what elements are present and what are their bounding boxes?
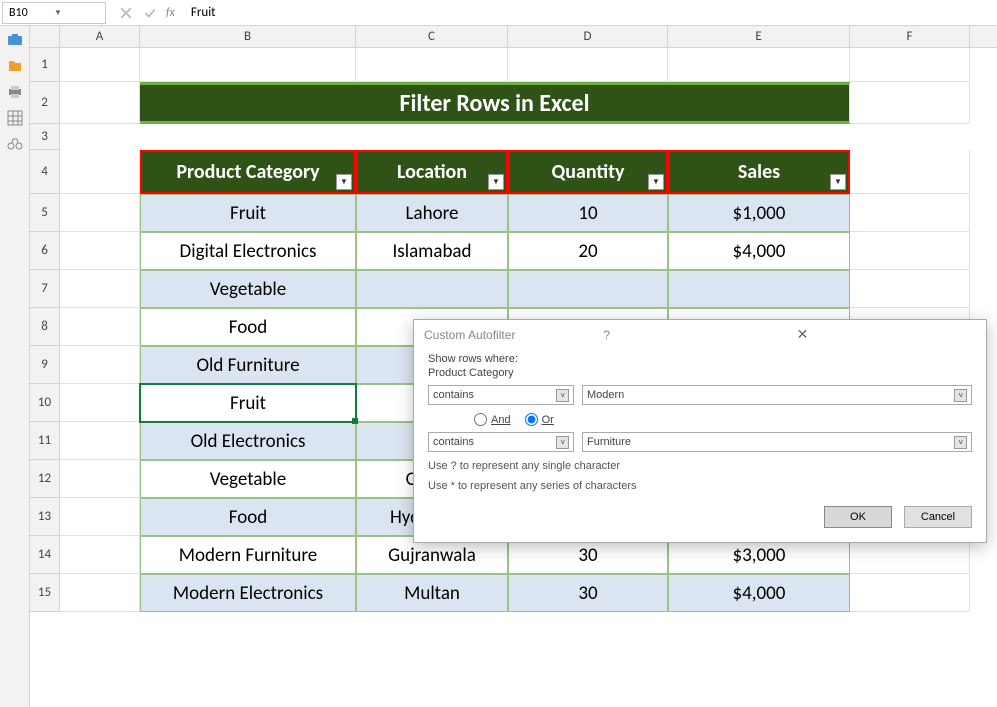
cell-B11[interactable]: Old Electronics bbox=[140, 422, 356, 460]
row-header-7[interactable]: 7 bbox=[30, 270, 60, 308]
row-header-13[interactable]: 13 bbox=[30, 498, 60, 536]
value1-select[interactable]: Modern˅ bbox=[582, 385, 972, 405]
row-header-6[interactable]: 6 bbox=[30, 232, 60, 270]
logic-radio-group: And Or bbox=[428, 409, 972, 432]
cell-D7[interactable] bbox=[508, 270, 668, 308]
col-header-B[interactable]: B bbox=[140, 26, 356, 47]
formula-input[interactable]: Fruit bbox=[185, 5, 997, 20]
folder-icon[interactable] bbox=[7, 58, 23, 74]
row-header-4[interactable]: 4 bbox=[30, 150, 60, 194]
cell-C5[interactable]: Lahore bbox=[356, 194, 508, 232]
cell-E6[interactable]: $4,000 bbox=[668, 232, 850, 270]
hint1: Use ? to represent any single character bbox=[428, 460, 972, 472]
cell-B15[interactable]: Modern Electronics bbox=[140, 574, 356, 612]
row-header-1[interactable]: 1 bbox=[30, 48, 60, 82]
cell-B7[interactable]: Vegetable bbox=[140, 270, 356, 308]
col-header-C[interactable]: C bbox=[356, 26, 508, 47]
select-all-corner[interactable] bbox=[30, 26, 60, 47]
cell-B13[interactable]: Food bbox=[140, 498, 356, 536]
filter-dropdown-icon[interactable]: ▼ bbox=[830, 174, 846, 190]
cell-B8[interactable]: Food bbox=[140, 308, 356, 346]
col-header-F[interactable]: F bbox=[850, 26, 970, 47]
chevron-down-icon: ˅ bbox=[556, 436, 569, 449]
row-header-15[interactable]: 15 bbox=[30, 574, 60, 612]
side-panel bbox=[0, 26, 30, 707]
value2-select[interactable]: Furniture˅ bbox=[582, 432, 972, 452]
hint2: Use * to represent any series of charact… bbox=[428, 480, 972, 492]
filter-dropdown-icon[interactable]: ▼ bbox=[336, 174, 352, 190]
table-header-1: Location▼ bbox=[356, 150, 508, 194]
table-header-2: Quantity▼ bbox=[508, 150, 668, 194]
help-icon[interactable]: ? bbox=[603, 328, 782, 342]
dialog-label: Show rows where: bbox=[428, 353, 972, 365]
and-radio[interactable]: And bbox=[474, 413, 511, 426]
fx-icon[interactable]: fx bbox=[166, 6, 175, 20]
cell-E5[interactable]: $1,000 bbox=[668, 194, 850, 232]
dialog-buttons: OK Cancel bbox=[414, 496, 986, 538]
cell-B14[interactable]: Modern Furniture bbox=[140, 536, 356, 574]
cell-D5[interactable]: 10 bbox=[508, 194, 668, 232]
cell-D6[interactable]: 20 bbox=[508, 232, 668, 270]
col-header-E[interactable]: E bbox=[668, 26, 850, 47]
cell-B12[interactable]: Vegetable bbox=[140, 460, 356, 498]
cell-C6[interactable]: Islamabad bbox=[356, 232, 508, 270]
cell-B9[interactable]: Old Furniture bbox=[140, 346, 356, 384]
table-icon[interactable] bbox=[7, 110, 23, 126]
cell-B5[interactable]: Fruit bbox=[140, 194, 356, 232]
dialog-body: Show rows where: Product Category contai… bbox=[414, 349, 986, 496]
chevron-down-icon: ˅ bbox=[556, 389, 569, 402]
filter-dropdown-icon[interactable]: ▼ bbox=[488, 174, 504, 190]
column-headers: A B C D E F bbox=[30, 26, 997, 48]
ok-button[interactable]: OK bbox=[824, 506, 892, 528]
row-header-11[interactable]: 11 bbox=[30, 422, 60, 460]
binoculars-icon[interactable] bbox=[7, 136, 23, 152]
or-radio[interactable]: Or bbox=[525, 413, 554, 426]
filter-dropdown-icon[interactable]: ▼ bbox=[648, 174, 664, 190]
row-header-5[interactable]: 5 bbox=[30, 194, 60, 232]
cell-B10[interactable]: Fruit bbox=[140, 384, 356, 422]
cancel-icon[interactable] bbox=[120, 7, 132, 19]
name-box-dropdown-icon[interactable]: ▼ bbox=[54, 8, 99, 18]
custom-autofilter-dialog: Custom Autofilter ? ✕ Show rows where: P… bbox=[413, 319, 987, 543]
operator2-select[interactable]: contains˅ bbox=[428, 432, 574, 452]
col-header-D[interactable]: D bbox=[508, 26, 668, 47]
chevron-down-icon: ˅ bbox=[954, 389, 967, 402]
row-header-8[interactable]: 8 bbox=[30, 308, 60, 346]
formula-bar: B10 ▼ fx Fruit bbox=[0, 0, 997, 26]
operator1-select[interactable]: contains˅ bbox=[428, 385, 574, 405]
table-header-0: Product Category▼ bbox=[140, 150, 356, 194]
formula-bar-icons bbox=[110, 7, 166, 19]
close-icon[interactable]: ✕ bbox=[797, 326, 976, 343]
cell-E7[interactable] bbox=[668, 270, 850, 308]
cell-B6[interactable]: Digital Electronics bbox=[140, 232, 356, 270]
table-header-3: Sales▼ bbox=[668, 150, 850, 194]
cell-E15[interactable]: $4,000 bbox=[668, 574, 850, 612]
cancel-button[interactable]: Cancel bbox=[904, 506, 972, 528]
name-box-value: B10 bbox=[9, 6, 54, 20]
dialog-titlebar[interactable]: Custom Autofilter ? ✕ bbox=[414, 320, 986, 349]
dialog-title: Custom Autofilter bbox=[424, 328, 603, 342]
row-header-14[interactable]: 14 bbox=[30, 536, 60, 574]
toolbox-icon[interactable] bbox=[7, 32, 23, 48]
print-icon[interactable] bbox=[7, 84, 23, 100]
sheet-title: Filter Rows in Excel bbox=[140, 82, 850, 124]
row-header-9[interactable]: 9 bbox=[30, 346, 60, 384]
row-header-12[interactable]: 12 bbox=[30, 460, 60, 498]
enter-icon[interactable] bbox=[144, 7, 156, 19]
cell-D15[interactable]: 30 bbox=[508, 574, 668, 612]
row-header-10[interactable]: 10 bbox=[30, 384, 60, 422]
row-header-3[interactable]: 3 bbox=[30, 124, 60, 150]
dialog-column-name: Product Category bbox=[428, 367, 972, 379]
chevron-down-icon: ˅ bbox=[954, 436, 967, 449]
cell-C7[interactable] bbox=[356, 270, 508, 308]
col-header-A[interactable]: A bbox=[60, 26, 140, 47]
name-box[interactable]: B10 ▼ bbox=[2, 2, 106, 24]
row-header-2[interactable]: 2 bbox=[30, 82, 60, 124]
cell-C15[interactable]: Multan bbox=[356, 574, 508, 612]
